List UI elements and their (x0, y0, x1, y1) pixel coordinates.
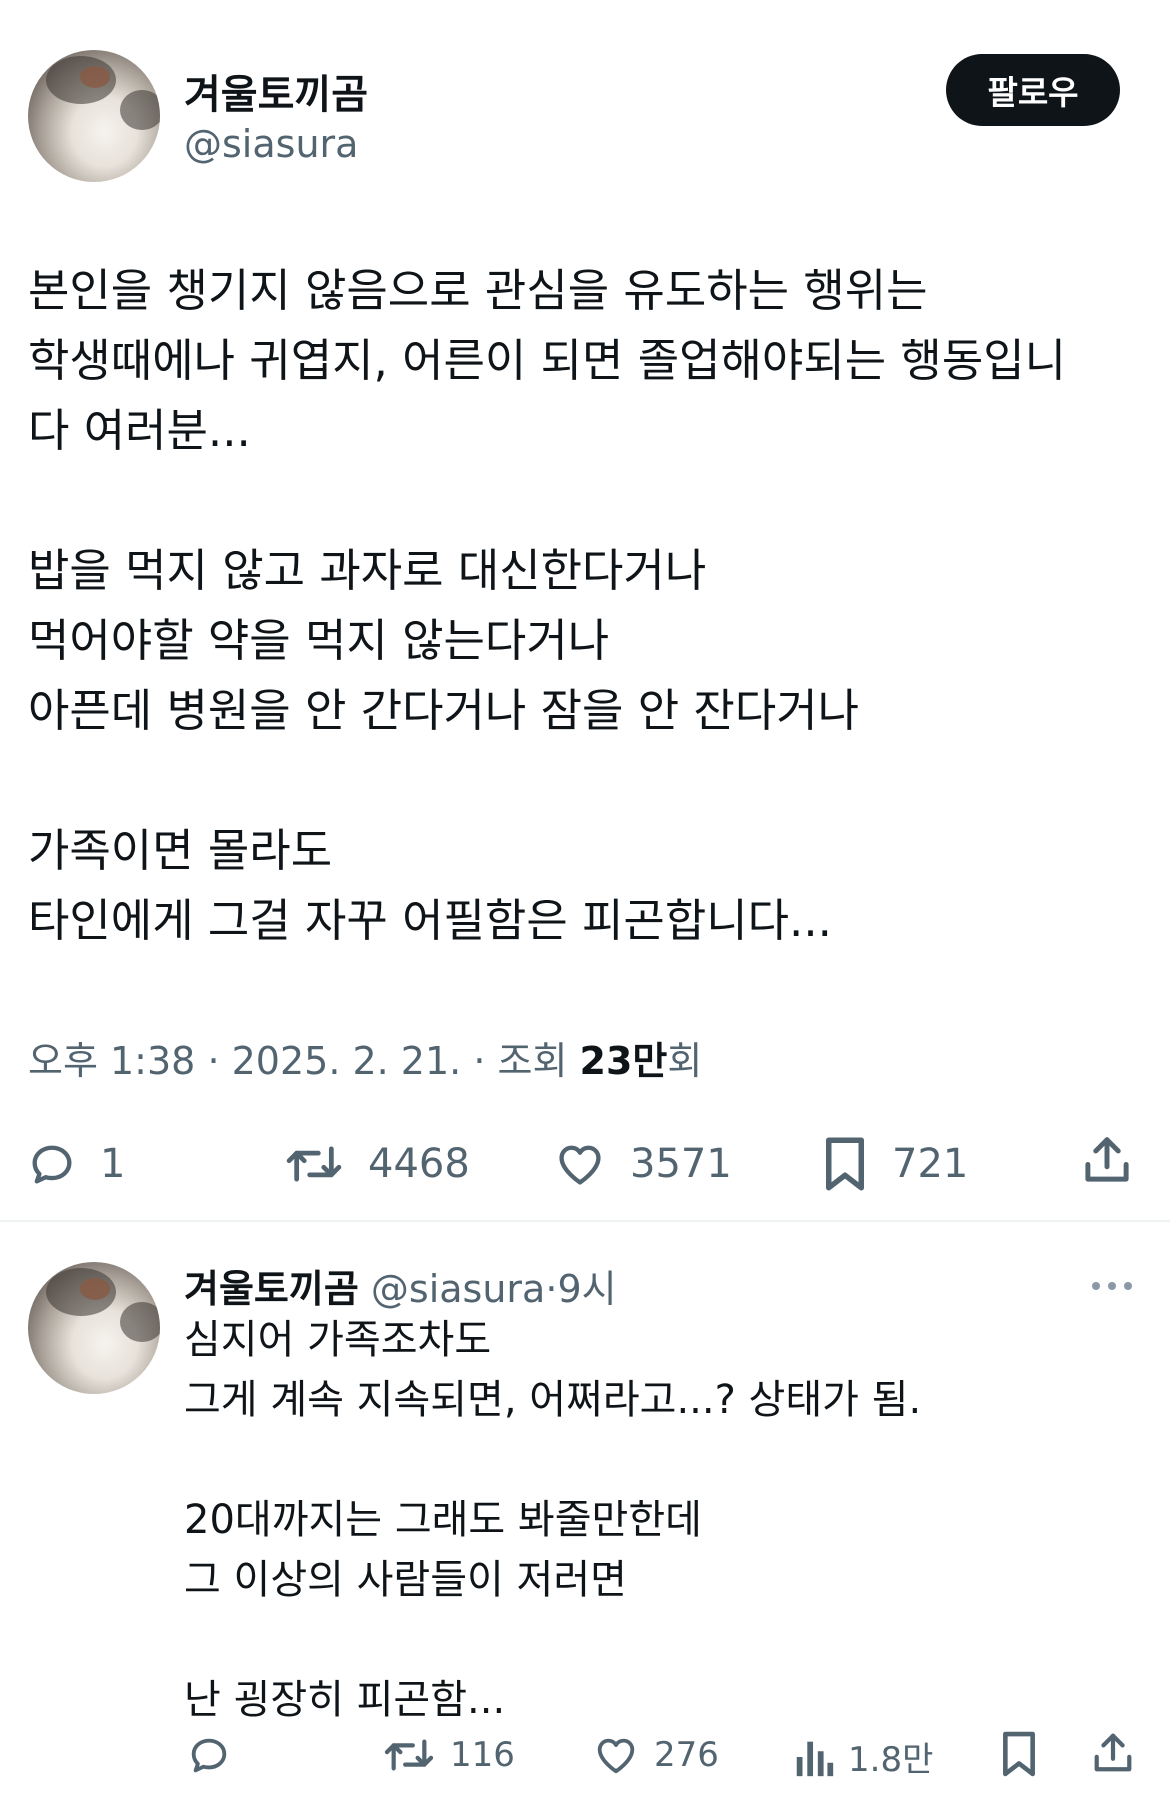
views-count: 23만 (579, 1039, 668, 1083)
reply-author-avatar[interactable] (28, 1262, 160, 1394)
author-avatar[interactable] (28, 50, 160, 182)
tweet-meta: 오후 1:38 · 2025. 2. 21. · 조회 23만회 (28, 1030, 702, 1085)
retweet-icon (286, 1146, 342, 1182)
tweet-text-line: 다 여러분... (28, 404, 251, 457)
meta-separator: · (473, 1039, 498, 1083)
reply-button[interactable]: 1 (26, 1138, 125, 1190)
tweet-text-line: 학생때에나 귀엽지, 어른이 되면 졸업해야되는 행동입니 (28, 334, 1067, 387)
reply-text-line: 심지어 가족조차도 (184, 1317, 492, 1363)
tweet-detail-page: 겨울토끼곰 @siasura 팔로우 본인을 챙기지 않음으로 관심을 유도하는… (0, 0, 1170, 1802)
divider (0, 1220, 1170, 1222)
reply-like-button[interactable]: 276 (592, 1732, 719, 1778)
like-icon (559, 1145, 601, 1185)
bookmark-icon (1003, 1731, 1035, 1777)
author-name[interactable]: 겨울토끼곰 (184, 62, 368, 120)
follow-button[interactable]: 팔로우 (946, 54, 1120, 126)
reply-text-line: 난 굉장히 피곤함... (184, 1677, 506, 1723)
more-button[interactable] (1090, 1278, 1134, 1298)
tweet-date[interactable]: 2025. 2. 21. (232, 1039, 462, 1083)
tweet-text-line: 밥을 먹지 않고 과자로 대신한다거나 (28, 544, 707, 597)
views-prefix: 조회 (497, 1039, 568, 1083)
tweet-text-line: 먹어야할 약을 먹지 않는다거나 (28, 614, 610, 667)
reply-author-handle[interactable]: @siasura (371, 1267, 545, 1311)
bookmark-button[interactable]: 721 (820, 1134, 968, 1194)
reply-time[interactable]: 9시 (557, 1267, 616, 1311)
reply-count: 1 (100, 1141, 126, 1187)
retweet-icon (384, 1739, 434, 1771)
reply-text-line: 그게 계속 지속되면, 어쩌라고...? 상태가 됨. (184, 1377, 922, 1423)
retweet-button[interactable]: 4468 (282, 1138, 470, 1190)
tweet-text-line: 아픈데 병원을 안 간다거나 잠을 안 잔다거나 (28, 684, 860, 737)
reply-retweet-button[interactable]: 116 (382, 1732, 515, 1778)
share-icon (1094, 1733, 1132, 1772)
reply-views-count: 1.8만 (848, 1740, 934, 1780)
reply-like-count: 276 (654, 1735, 719, 1775)
tweet-text: 본인을 챙기지 않음으로 관심을 유도하는 행위는학생때에나 귀엽지, 어른이 … (28, 256, 1138, 956)
reply-views-button[interactable]: 1.8만 (794, 1732, 933, 1781)
reply-retweet-count: 116 (450, 1735, 515, 1775)
reply-author-name[interactable]: 겨울토끼곰 (184, 1267, 359, 1311)
like-button[interactable]: 3571 (552, 1138, 732, 1190)
views-suffix: 회 (667, 1039, 703, 1083)
reply-text-line: 그 이상의 사람들이 저러면 (184, 1557, 627, 1603)
tweet-text-line: 본인을 챙기지 않음으로 관심을 유도하는 행위는 (28, 264, 928, 317)
share-icon (1085, 1137, 1129, 1182)
author-handle[interactable]: @siasura (184, 122, 358, 166)
share-button[interactable] (1080, 1132, 1134, 1188)
reply-text-line: 20대까지는 그래도 봐줄만한데 (184, 1497, 702, 1543)
tweet-text-line: 타인에게 그걸 자꾸 어필함은 피곤합니다... (28, 894, 832, 947)
reply-icon (32, 1145, 72, 1184)
reply-icon (191, 1738, 227, 1773)
more-icon (1092, 1282, 1132, 1290)
tweet-time[interactable]: 오후 1:38 (28, 1039, 195, 1083)
reply-header: 겨울토끼곰 @siasura·9시 (184, 1258, 617, 1313)
reply-share-button[interactable] (1090, 1728, 1136, 1778)
retweet-count: 4468 (368, 1141, 470, 1187)
tweet-text-line: 가족이면 몰라도 (28, 824, 333, 877)
bookmark-count: 721 (892, 1141, 969, 1187)
like-count: 3571 (630, 1141, 732, 1187)
views-icon (796, 1741, 834, 1776)
reply-separator: · (545, 1267, 558, 1311)
like-icon (597, 1738, 635, 1774)
meta-separator: · (207, 1039, 232, 1083)
bookmark-icon (826, 1137, 864, 1191)
reply-text: 심지어 가족조차도그게 계속 지속되면, 어쩌라고...? 상태가 됨. 20대까… (184, 1310, 1144, 1730)
reply-reply-button[interactable] (186, 1732, 232, 1778)
reply-bookmark-button[interactable] (998, 1728, 1040, 1780)
